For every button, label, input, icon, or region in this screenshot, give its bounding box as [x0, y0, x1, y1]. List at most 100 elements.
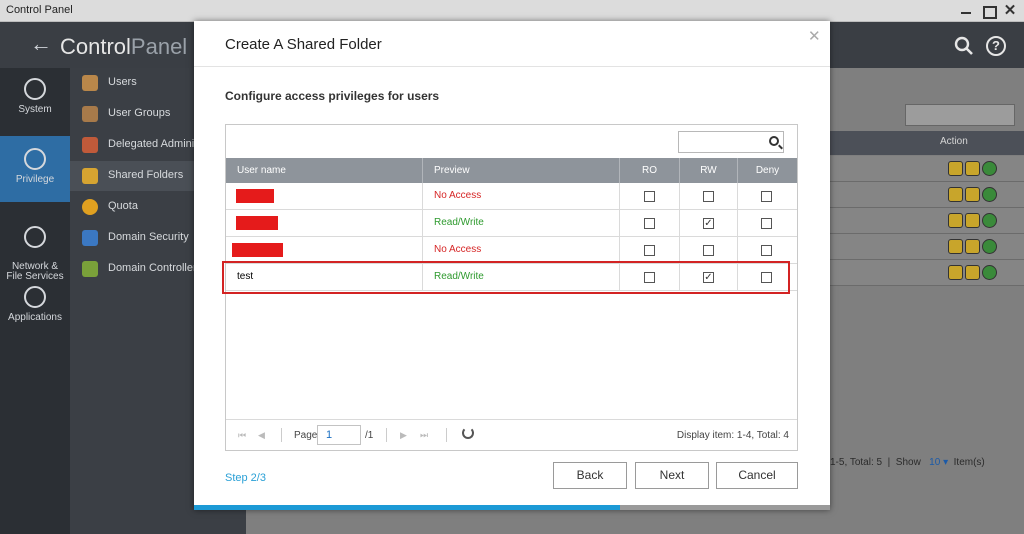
grid-search-input[interactable] [678, 131, 784, 153]
permission-icon[interactable] [965, 161, 980, 176]
gear-icon [24, 78, 46, 100]
first-page-icon[interactable]: ⏮ [238, 430, 248, 440]
user-cell [226, 210, 423, 236]
refresh-icon[interactable] [982, 213, 997, 228]
chevron-down-icon[interactable]: ▾ [943, 457, 948, 468]
nav-network-file-services[interactable]: Network & File Services [0, 216, 70, 282]
pager-divider [386, 428, 387, 442]
back-arrow-icon[interactable]: ← [30, 33, 52, 56]
ro-checkbox[interactable] [644, 218, 655, 229]
rw-cell: ✓ [680, 210, 738, 236]
brand-bold: Control [60, 34, 131, 59]
row-actions [948, 187, 999, 205]
ro-checkbox[interactable] [644, 245, 655, 256]
nav-label: Applications [8, 312, 62, 323]
ro-checkbox[interactable] [644, 191, 655, 202]
page-input[interactable]: 1 [317, 425, 361, 445]
brand-light: Panel [130, 34, 188, 59]
rw-checkbox[interactable]: ✓ [703, 218, 714, 229]
deny-cell [738, 210, 797, 236]
close-icon[interactable]: ✕ [808, 27, 821, 45]
next-page-icon[interactable]: ▶ [400, 430, 410, 440]
permission-icon[interactable] [965, 265, 980, 280]
background-row [830, 208, 1024, 234]
refresh-icon[interactable] [982, 187, 997, 202]
grid-header: User name Preview RO RW Deny [226, 158, 797, 183]
background-row [830, 156, 1024, 182]
col-user-name[interactable]: User name [226, 158, 423, 183]
deny-checkbox[interactable] [761, 245, 772, 256]
ro-cell [620, 183, 680, 209]
background-table-header [830, 131, 1024, 155]
users-icon [82, 75, 98, 91]
refresh-icon[interactable] [982, 265, 997, 280]
folder-icon [82, 168, 98, 184]
background-row [830, 182, 1024, 208]
domain-security-icon [82, 230, 98, 246]
pager-divider [446, 428, 447, 442]
dialog-subtitle: Configure access privileges for users [225, 89, 440, 103]
rw-checkbox[interactable] [703, 245, 714, 256]
refresh-icon[interactable] [982, 239, 997, 254]
table-row[interactable]: No Access [226, 183, 797, 210]
back-button[interactable]: Back [553, 462, 627, 489]
main-nav-rail: System Privilege Network & File Services… [0, 68, 70, 534]
user-icon [24, 148, 46, 170]
table-row[interactable]: No Access [226, 237, 797, 264]
edit-icon[interactable] [948, 239, 963, 254]
row-actions [948, 161, 999, 179]
nav-applications[interactable]: Applications [0, 286, 70, 336]
permission-icon[interactable] [965, 239, 980, 254]
deny-checkbox[interactable] [761, 218, 772, 229]
refresh-icon[interactable] [462, 427, 474, 439]
nav-label: Network & File Services [6, 261, 64, 282]
background-search-input[interactable] [905, 104, 1015, 126]
refresh-icon[interactable] [982, 161, 997, 176]
col-preview[interactable]: Preview [423, 158, 620, 183]
nav-system[interactable]: System [0, 78, 70, 138]
background-row [830, 234, 1024, 260]
create-shared-folder-dialog: Create A Shared Folder ✕ Configure acces… [194, 21, 830, 510]
permission-icon[interactable] [965, 213, 980, 228]
cancel-button[interactable]: Cancel [716, 462, 798, 489]
permission-icon[interactable] [965, 187, 980, 202]
next-button[interactable]: Next [635, 462, 709, 489]
edit-icon[interactable] [948, 161, 963, 176]
col-deny[interactable]: Deny [738, 158, 797, 183]
background-action-header: Action [940, 136, 968, 147]
search-icon[interactable] [954, 36, 974, 56]
col-rw[interactable]: RW [680, 158, 738, 183]
user-cell [226, 183, 423, 209]
preview-cell: No Access [423, 183, 620, 209]
edit-icon[interactable] [948, 265, 963, 280]
dialog-divider [194, 66, 830, 67]
footer-count-select[interactable]: 10 [929, 457, 940, 468]
close-window-icon[interactable]: ✕ [1002, 3, 1018, 19]
redacted-username [236, 189, 274, 203]
delegated-admin-icon [82, 137, 98, 153]
deny-cell [738, 237, 797, 263]
nav-label: System [18, 104, 52, 115]
edit-icon[interactable] [948, 187, 963, 202]
edit-icon[interactable] [948, 213, 963, 228]
preview-cell: No Access [423, 237, 620, 263]
help-icon[interactable]: ? [986, 36, 1006, 56]
prev-page-icon[interactable]: ◀ [258, 430, 268, 440]
rw-checkbox[interactable] [703, 191, 714, 202]
page-label: Page [294, 430, 318, 441]
deny-checkbox[interactable] [761, 191, 772, 202]
col-ro[interactable]: RO [620, 158, 680, 183]
minimize-icon[interactable] [958, 3, 974, 19]
app-brand: ControlPanel [60, 34, 187, 60]
nav-label: Privilege [15, 174, 55, 185]
apps-icon [24, 286, 46, 308]
row-actions [948, 239, 999, 257]
privileges-grid: User name Preview RO RW Deny No Access R… [222, 124, 798, 451]
highlight-box [222, 261, 790, 294]
maximize-icon[interactable] [980, 3, 997, 19]
last-page-icon[interactable]: ⏭ [420, 430, 430, 440]
table-row[interactable]: Read/Write ✓ [226, 210, 797, 237]
footer-items: 1-5, Total: 5 [830, 457, 883, 468]
nav-privilege[interactable]: Privilege [0, 136, 70, 202]
search-icon [769, 136, 779, 146]
